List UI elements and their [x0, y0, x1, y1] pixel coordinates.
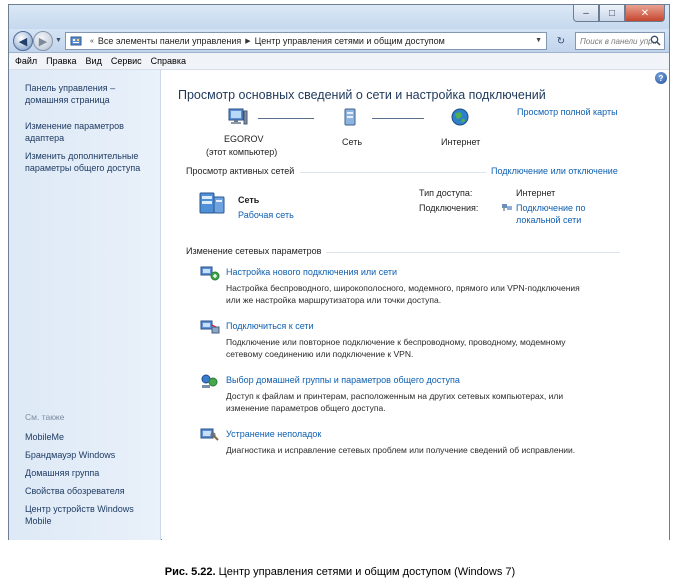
search-icon[interactable] [650, 35, 661, 48]
caption-buttons: – □ ✕ [573, 5, 665, 22]
main-content: ? Просмотр основных сведений о сети и на… [162, 70, 669, 540]
sidebar-link-firewall[interactable]: Брандмауэр Windows [25, 449, 155, 461]
task-connect-network-link[interactable]: Подключиться к сети [226, 321, 314, 331]
back-button[interactable]: ◀ [13, 31, 33, 51]
minimize-button[interactable]: – [573, 5, 599, 22]
help-icon[interactable]: ? [655, 72, 667, 84]
network-type-link[interactable]: Рабочая сеть [238, 210, 294, 220]
task-troubleshoot-link[interactable]: Устранение неполадок [226, 429, 321, 439]
map-link-line [372, 118, 424, 119]
sidebar-link-sharing[interactable]: Изменить дополнительные параметры общего… [25, 150, 155, 174]
network-icon [342, 108, 358, 128]
map-link-line [258, 118, 314, 119]
navigation-bar: ◀ ▶ ▼ « Все элементы панели управления ▶… [9, 29, 669, 53]
active-networks-heading: Просмотр активных сетей [186, 166, 295, 176]
section-divider [300, 172, 486, 173]
sidebar-link-internet-options[interactable]: Свойства обозревателя [25, 485, 155, 497]
maximize-icon: □ [608, 7, 616, 19]
troubleshoot-icon [200, 427, 220, 445]
section-divider [326, 252, 620, 253]
back-arrow-icon: ◀ [18, 35, 28, 48]
address-bar[interactable]: « Все элементы панели управления ▶ Центр… [65, 32, 547, 50]
see-also-heading: См. также [25, 412, 65, 422]
search-input[interactable]: Поиск в панели упр... [575, 32, 665, 50]
connections-label: Подключения: [419, 203, 479, 213]
task-homegroup-desc-1: Доступ к файлам и принтерам, расположенн… [226, 391, 564, 401]
connect-disconnect-link[interactable]: Подключение или отключение [491, 166, 618, 176]
figure-caption-label: Рис. 5.22. [164, 566, 216, 578]
lan-connection-link-line2[interactable]: локальной сети [516, 215, 581, 225]
menu-tools[interactable]: Сервис [111, 56, 142, 66]
menu-file[interactable]: Файл [15, 56, 37, 66]
task-homegroup-desc-2: изменение параметров общего доступа. [226, 403, 386, 413]
sidebar-link-mobileme[interactable]: MobileMe [25, 431, 155, 443]
computer-icon [228, 108, 248, 128]
active-network-icon [198, 189, 226, 219]
menu-help[interactable]: Справка [151, 56, 186, 66]
view-full-map-link[interactable]: Просмотр полной карты [517, 107, 618, 117]
sidebar-link-home[interactable]: Панель управления – домашняя страница [25, 82, 155, 106]
recent-pages-icon[interactable]: ▼ [55, 37, 62, 44]
control-panel-icon [70, 35, 82, 47]
task-new-connection-desc-2: или же настройка маршрутизатора или точк… [226, 295, 442, 305]
sidebar-link-adapter[interactable]: Изменение параметров адаптера [25, 120, 155, 144]
menu-view[interactable]: Вид [86, 56, 102, 66]
task-homegroup-link[interactable]: Выбор домашней группы и параметров общег… [226, 375, 460, 385]
figure-caption: Рис. 5.22. Центр управления сетями и общ… [0, 566, 680, 578]
close-button[interactable]: ✕ [625, 5, 665, 22]
task-connect-network-desc-2: сетевому соединению или подключение к VP… [226, 349, 414, 359]
network-label: Сеть [342, 137, 363, 147]
task-troubleshoot-desc-1: Диагностика и исправление сетевых пробле… [226, 445, 576, 455]
internet-globe-icon [451, 108, 469, 128]
search-placeholder: Поиск в панели упр... [580, 36, 660, 46]
new-connection-icon [200, 265, 220, 283]
refresh-icon: ↻ [556, 35, 566, 47]
breadcrumb-separator-icon[interactable]: « [90, 38, 94, 45]
minimize-icon: – [583, 7, 589, 19]
task-new-connection-link[interactable]: Настройка нового подключения или сети [226, 267, 397, 277]
task-new-connection-desc-1: Настройка беспроводного, широкополосного… [226, 283, 580, 293]
computer-name-sub: (этот компьютер) [206, 147, 278, 157]
address-dropdown-icon[interactable]: ▼ [535, 37, 542, 44]
refresh-button[interactable]: ↻ [549, 32, 573, 50]
maximize-button[interactable]: □ [599, 5, 625, 22]
task-connect-network-desc-1: Подключение или повторное подключение к … [226, 337, 566, 347]
lan-connection-link-line1[interactable]: Подключение по [516, 203, 585, 213]
title-bar: – □ ✕ [9, 5, 669, 29]
access-type-label: Тип доступа: [419, 188, 473, 198]
sidebar: Панель управления – домашняя страница Из… [9, 70, 161, 540]
active-network-name: Сеть [238, 195, 260, 205]
window: – □ ✕ ◀ ▶ ▼ « Все элементы панели управл… [8, 4, 670, 540]
change-settings-heading: Изменение сетевых параметров [186, 246, 322, 256]
menu-bar: Файл Правка Вид Сервис Справка [9, 53, 669, 70]
breadcrumb-all-items[interactable]: Все элементы панели управления [98, 36, 241, 46]
homegroup-icon [200, 373, 220, 391]
access-type-value: Интернет [516, 188, 556, 198]
forward-arrow-icon: ▶ [38, 35, 48, 48]
menu-edit[interactable]: Правка [46, 56, 76, 66]
lan-connection-icon [501, 202, 513, 214]
close-icon: ✕ [640, 7, 650, 19]
internet-label: Интернет [441, 137, 481, 147]
sidebar-link-windows-mobile[interactable]: Центр устройств Windows Mobile [25, 503, 145, 527]
forward-button[interactable]: ▶ [33, 31, 53, 51]
computer-name: EGOROV [224, 134, 264, 144]
page-title: Просмотр основных сведений о сети и наст… [178, 88, 546, 102]
figure-caption-text: Центр управления сетями и общим доступом… [218, 566, 516, 578]
breadcrumb-network-center[interactable]: Центр управления сетями и общим доступом [255, 36, 445, 46]
connect-network-icon [200, 319, 220, 337]
breadcrumb-separator-icon[interactable]: ▶ [245, 37, 250, 45]
sidebar-link-homegroup[interactable]: Домашняя группа [25, 467, 155, 479]
